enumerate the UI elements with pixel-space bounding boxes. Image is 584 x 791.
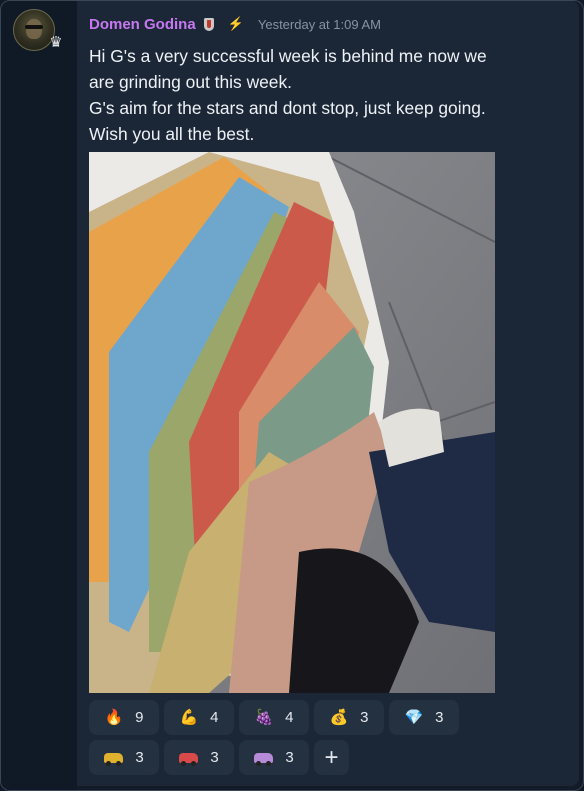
crown-icon: ♛	[49, 34, 63, 51]
message-body: Hi G's a very successful week is behind …	[89, 43, 559, 147]
grapes-icon: 🍇	[254, 709, 274, 726]
reaction-gold-car[interactable]: 3	[89, 740, 159, 775]
reaction-count: 3	[135, 749, 144, 766]
username[interactable]: Domen Godina	[89, 16, 196, 33]
message-line: Wish you all the best.	[89, 124, 255, 144]
shield-badge-icon	[203, 17, 214, 31]
reaction-count: 3	[285, 749, 294, 766]
reactions-row-2: 3 3 3 +	[89, 740, 479, 775]
add-reaction-button[interactable]: +	[314, 740, 349, 775]
avatar-face	[26, 19, 42, 39]
message-card: Domen Godina ⚡ Yesterday at 1:09 AM Hi G…	[77, 1, 579, 786]
reaction-count: 3	[360, 709, 369, 726]
message-line: G's aim for the stars and dont stop, jus…	[89, 98, 486, 118]
reactions-bar: 🔥 9 💪 4 🍇 4 💰 3 💎 3 3 3 3 +	[89, 700, 479, 780]
avatar-glasses	[25, 25, 43, 29]
reactions-row-1: 🔥 9 💪 4 🍇 4 💰 3 💎 3	[89, 700, 479, 735]
reaction-count: 3	[210, 749, 219, 766]
message-line: Hi G's a very successful week is behind …	[89, 46, 487, 66]
reaction-count: 4	[210, 709, 219, 726]
reaction-flexed-biceps[interactable]: 💪 4	[164, 700, 234, 735]
purple-car-icon	[254, 752, 274, 766]
left-gutter: ♛	[1, 1, 77, 790]
reaction-red-car[interactable]: 3	[164, 740, 234, 775]
reaction-grapes[interactable]: 🍇 4	[239, 700, 309, 735]
fire-icon: 🔥	[104, 709, 124, 726]
chat-frame: ♛ Domen Godina ⚡ Yesterday at 1:09 AM Hi…	[0, 0, 584, 791]
attached-photo[interactable]	[89, 152, 495, 693]
reaction-fire[interactable]: 🔥 9	[89, 700, 159, 735]
gold-car-icon	[104, 752, 124, 766]
message-timestamp: Yesterday at 1:09 AM	[257, 16, 381, 32]
photo-illustration	[89, 152, 495, 693]
reaction-count: 4	[285, 709, 294, 726]
reaction-count: 9	[135, 709, 144, 726]
money-bag-icon: 💰	[329, 709, 349, 726]
reaction-count: 3	[435, 709, 444, 726]
message-header: Domen Godina ⚡ Yesterday at 1:09 AM	[89, 14, 381, 34]
reaction-diamond[interactable]: 💎 3	[389, 700, 459, 735]
flexed-biceps-icon: 💪	[179, 709, 199, 726]
diamond-icon: 💎	[404, 709, 424, 726]
red-car-icon	[179, 752, 199, 766]
lightning-bolt-icon: ⚡	[227, 16, 244, 31]
reaction-money-bag[interactable]: 💰 3	[314, 700, 384, 735]
message-line: are grinding out this week.	[89, 72, 293, 92]
reaction-purple-car[interactable]: 3	[239, 740, 309, 775]
